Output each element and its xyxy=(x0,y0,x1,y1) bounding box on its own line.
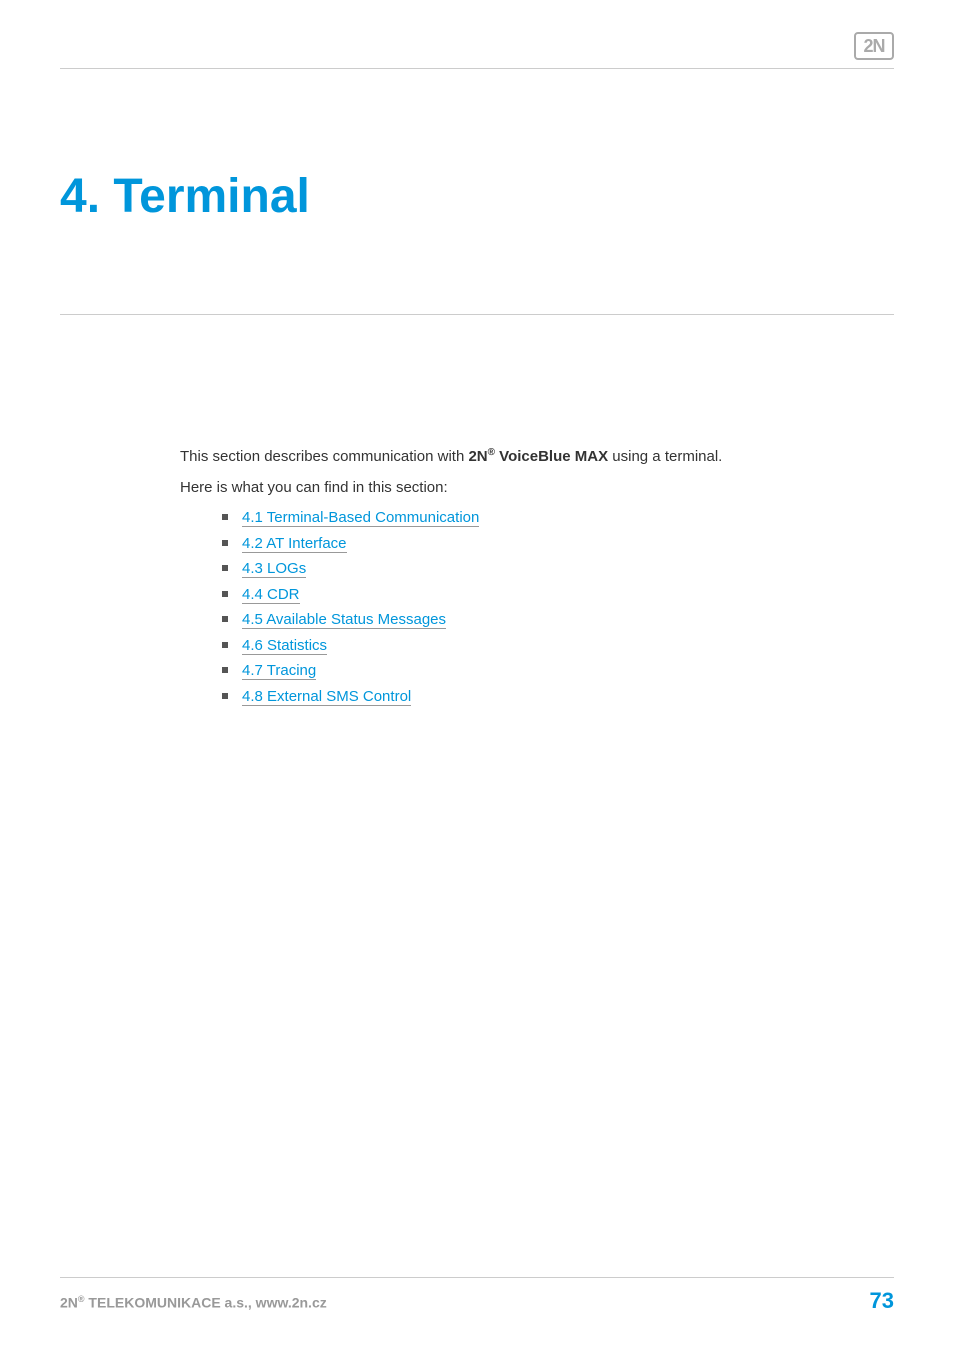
toc-link[interactable]: 4.4 CDR xyxy=(242,586,300,604)
list-item: 4.2 AT Interface xyxy=(220,533,874,556)
intro-brand-prefix: 2N xyxy=(468,448,487,465)
list-item: 4.4 CDR xyxy=(220,584,874,607)
intro-subline: Here is what you can find in this sectio… xyxy=(180,477,874,500)
list-item: 4.8 External SMS Control xyxy=(220,686,874,709)
list-item: 4.1 Terminal-Based Communication xyxy=(220,507,874,530)
list-item: 4.3 LOGs xyxy=(220,558,874,581)
page-title: 4. Terminal xyxy=(60,169,894,224)
page-footer: 2N® TELEKOMUNIKACE a.s., www.2n.cz 73 xyxy=(60,1277,894,1314)
list-item: 4.6 Statistics xyxy=(220,635,874,658)
footer-company: 2N® TELEKOMUNIKACE a.s., www.2n.cz xyxy=(60,1294,327,1311)
toc-link[interactable]: 4.8 External SMS Control xyxy=(242,688,411,706)
intro-suffix: using a terminal. xyxy=(608,448,722,465)
brand-logo-icon: 2N xyxy=(854,32,894,60)
registered-symbol: ® xyxy=(78,1294,85,1304)
page-number: 73 xyxy=(870,1288,894,1314)
content-body: This section describes communication wit… xyxy=(60,445,894,708)
page-header: 2N xyxy=(60,32,894,69)
toc-link[interactable]: 4.3 LOGs xyxy=(242,560,306,578)
brand-logo-text: 2N xyxy=(863,36,884,57)
title-block: 4. Terminal xyxy=(60,169,894,315)
toc-link[interactable]: 4.5 Available Status Messages xyxy=(242,611,446,629)
toc-link[interactable]: 4.1 Terminal-Based Communication xyxy=(242,509,479,527)
intro-brand-suffix: VoiceBlue MAX xyxy=(495,448,608,465)
footer-brand-prefix: 2N xyxy=(60,1295,78,1311)
list-item: 4.7 Tracing xyxy=(220,660,874,683)
toc-link[interactable]: 4.2 AT Interface xyxy=(242,535,347,553)
list-item: 4.5 Available Status Messages xyxy=(220,609,874,632)
toc-link[interactable]: 4.7 Tracing xyxy=(242,662,316,680)
footer-company-suffix: TELEKOMUNIKACE a.s., www.2n.cz xyxy=(85,1295,327,1311)
toc-link[interactable]: 4.6 Statistics xyxy=(242,637,327,655)
registered-symbol: ® xyxy=(488,447,495,458)
table-of-contents: 4.1 Terminal-Based Communication 4.2 AT … xyxy=(220,507,874,708)
intro-prefix: This section describes communication wit… xyxy=(180,448,468,465)
intro-paragraph: This section describes communication wit… xyxy=(180,445,874,469)
